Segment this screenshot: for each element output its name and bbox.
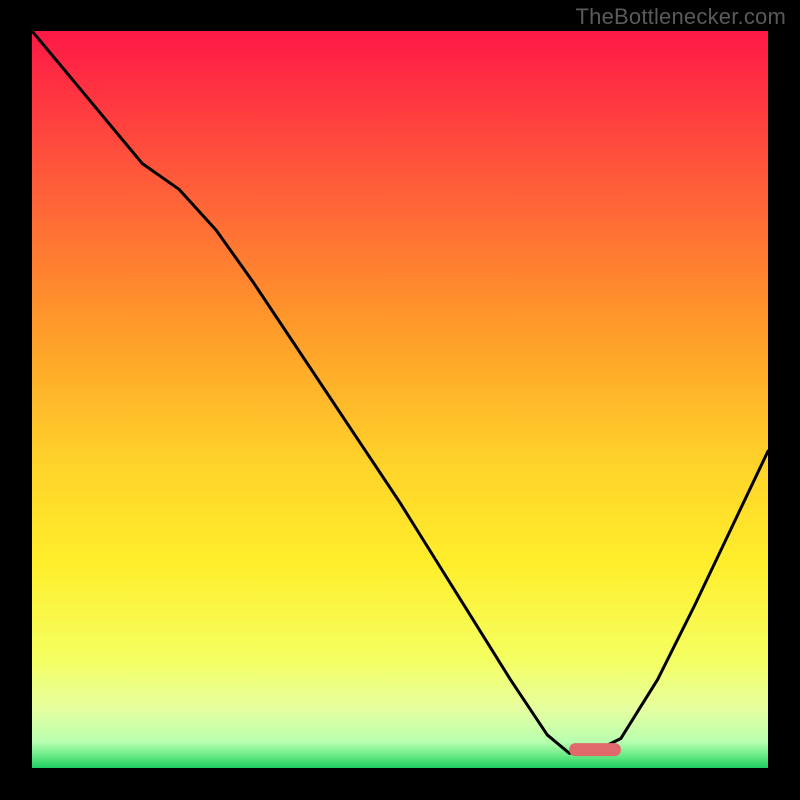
plot-background: [32, 31, 768, 768]
optimal-marker: [569, 743, 621, 756]
bottleneck-chart: TheBottlenecker.com: [0, 0, 800, 800]
chart-svg: [0, 0, 800, 800]
watermark-text: TheBottlenecker.com: [576, 4, 786, 30]
